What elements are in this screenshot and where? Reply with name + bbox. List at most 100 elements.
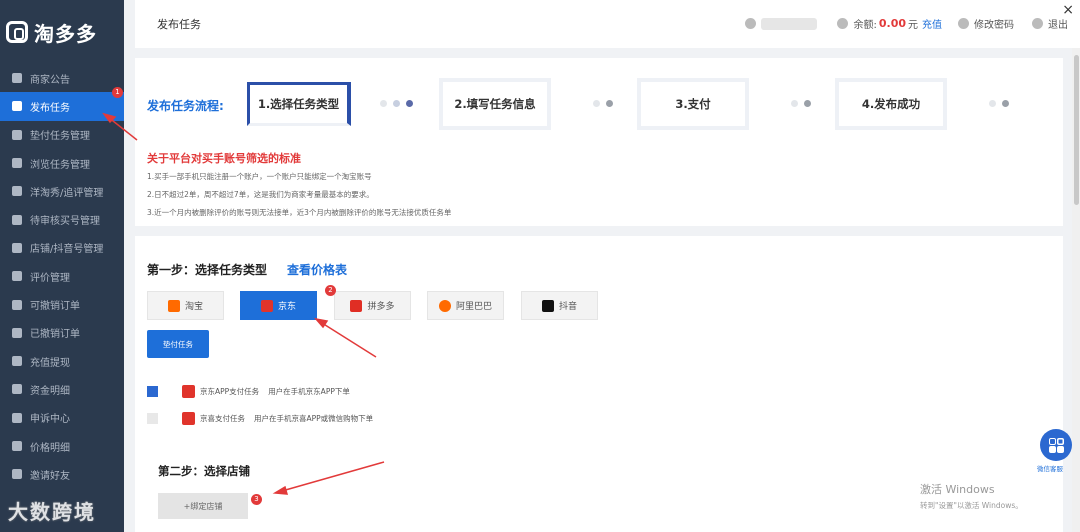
change-password-link[interactable]: 修改密码 xyxy=(974,16,1014,31)
flow-step-label: 3.支付 xyxy=(675,97,711,111)
platform-alibaba-button[interactable]: 阿里巴巴 xyxy=(427,291,504,320)
sidebar-item-label: 邀请好友 xyxy=(30,470,70,482)
sidebar: 淘多多 商家公告 发布任务 垫付任务管理 浏览任务管理 洋淘秀/追评管理 待审核… xyxy=(0,0,124,532)
flow-dot xyxy=(393,100,400,107)
jd-icon xyxy=(182,385,195,398)
platform-label: 京东 xyxy=(277,302,296,312)
flow-dot xyxy=(989,100,996,107)
bind-store-button[interactable]: +绑定店铺 xyxy=(158,493,248,519)
balance-label: 余额: xyxy=(853,20,877,31)
sidebar-item-publish-task[interactable]: 发布任务 xyxy=(0,92,124,121)
top-bar: 发布任务 余额: 0.00 元 充值 修改密码 退出 xyxy=(135,0,1080,48)
sidebar-item-label: 发布任务 xyxy=(30,102,70,114)
flow-step-4: 4.发布成功 xyxy=(839,82,943,126)
flow-dot xyxy=(380,100,387,107)
rules-title: 关于平台对买手账号筛选的标准 xyxy=(147,152,301,165)
sidebar-item-buyer-review[interactable]: 待审核买号管理 xyxy=(0,205,124,233)
invite-icon xyxy=(12,469,22,480)
windows-activation-watermark: 激活 Windows 转到"设置"以激活 Windows。 xyxy=(920,481,1023,511)
brand-name: 淘多多 xyxy=(34,21,97,46)
sidebar-item-browse-task-manage[interactable]: 浏览任务管理 xyxy=(0,149,124,177)
sidebar-item-label: 待审核买号管理 xyxy=(30,216,100,228)
task-option-jingxi[interactable]: 京喜支付任务 用户在手机京喜APP或微信购物下单 xyxy=(147,412,373,425)
scrollbar-thumb[interactable] xyxy=(1074,55,1079,205)
sidebar-item-show-review-manage[interactable]: 洋淘秀/追评管理 xyxy=(0,177,124,205)
avatar-icon xyxy=(745,18,757,29)
order-icon xyxy=(12,299,22,310)
platform-label: 拼多多 xyxy=(367,302,395,312)
recharge-link[interactable]: 充值 xyxy=(922,16,942,31)
watermark-line: 转到"设置"以激活 Windows。 xyxy=(920,501,1023,510)
sidebar-item-advance-task-manage[interactable]: 垫付任务管理 xyxy=(0,121,124,149)
douyin-icon xyxy=(541,299,554,312)
platform-jd-button[interactable]: 京东 xyxy=(240,291,317,320)
money-icon xyxy=(12,356,22,367)
user-toolbar: 余额: 0.00 元 充值 修改密码 退出 xyxy=(745,16,1068,31)
user-icon xyxy=(12,214,22,225)
flow-step-label: 2.填写任务信息 xyxy=(454,97,536,111)
sidebar-item-label: 充值提现 xyxy=(30,357,70,369)
sidebar-item-review-manage[interactable]: 评价管理 xyxy=(0,262,124,290)
sidebar-item-label: 店铺/抖音号管理 xyxy=(30,244,104,256)
sidebar-item-price-details[interactable]: 价格明细 xyxy=(0,432,124,460)
sidebar-item-label: 洋淘秀/追评管理 xyxy=(30,187,104,199)
platform-douyin-button[interactable]: 抖音 xyxy=(521,291,598,320)
sidebar-item-invite-friends[interactable]: 邀请好友 xyxy=(0,460,124,488)
advance-task-button[interactable]: 垫付任务 xyxy=(147,330,209,358)
sidebar-item-recharge-withdraw[interactable]: 充值提现 xyxy=(0,347,124,375)
platform-taobao-button[interactable]: 淘宝 xyxy=(147,291,224,320)
task-checkbox[interactable] xyxy=(147,413,158,424)
close-icon[interactable]: × xyxy=(1062,2,1074,18)
sidebar-item-fund-details[interactable]: 资金明细 xyxy=(0,375,124,403)
brand-logo[interactable]: 淘多多 xyxy=(0,0,124,64)
annotation-badge-2: 2 xyxy=(325,285,336,296)
ledger-icon xyxy=(12,384,22,395)
pay-icon xyxy=(12,129,22,140)
flow-dot xyxy=(593,100,600,107)
appeal-icon xyxy=(12,412,22,423)
flow-dot xyxy=(804,100,811,107)
sidebar-item-label: 申诉中心 xyxy=(30,414,70,426)
task-checkbox[interactable] xyxy=(147,386,158,397)
taobao-icon xyxy=(167,299,180,312)
flow-panel: 发布任务流程: 1.选择任务类型 2.填写任务信息 3.支付 4.发布成功 关于… xyxy=(135,58,1063,226)
flow-step-2: 2.填写任务信息 xyxy=(443,82,547,126)
sidebar-item-cancelled-orders[interactable]: 已撤销订单 xyxy=(0,319,124,347)
flow-dot xyxy=(406,100,413,107)
sidebar-item-appeal-center[interactable]: 申诉中心 xyxy=(0,404,124,432)
document-icon xyxy=(12,101,22,112)
announcement-icon xyxy=(12,73,22,84)
platform-pinduoduo-button[interactable]: 拼多多 xyxy=(334,291,411,320)
balance-unit: 元 xyxy=(908,20,918,31)
task-desc: 用户在手机京东APP下单 xyxy=(268,387,350,396)
rule-line: 3.近一个月内被删除评价的账号则无法接单，近3个月内被删除评价的账号无法接优质任… xyxy=(147,208,452,217)
platform-label: 抖音 xyxy=(558,302,577,312)
sidebar-item-label: 垫付任务管理 xyxy=(30,131,90,143)
logout-link[interactable]: 退出 xyxy=(1048,16,1068,31)
platform-label: 阿里巴巴 xyxy=(455,302,492,312)
balance-value: 0.00 xyxy=(878,17,906,30)
wechat-service-button[interactable] xyxy=(1040,429,1072,461)
star-icon xyxy=(12,271,22,282)
comment-icon xyxy=(12,186,22,197)
alibaba-icon xyxy=(438,299,451,312)
jd-icon xyxy=(260,299,273,312)
flow-dots xyxy=(380,100,413,107)
flow-dots xyxy=(593,100,613,107)
price-icon xyxy=(12,441,22,451)
task-name: 京喜支付任务 xyxy=(200,414,245,423)
sidebar-item-cancelable-orders[interactable]: 可撤销订单 xyxy=(0,290,124,318)
wechat-service-label: 微信客服 xyxy=(1037,465,1063,473)
task-option-jd-app[interactable]: 京东APP支付任务 用户在手机京东APP下单 xyxy=(147,385,350,398)
platform-label: 淘宝 xyxy=(184,302,203,312)
sidebar-item-store-manage[interactable]: 店铺/抖音号管理 xyxy=(0,234,124,262)
flow-dots xyxy=(791,100,811,107)
flow-dot xyxy=(606,100,613,107)
watermark-line: 激活 Windows xyxy=(920,483,995,496)
rule-line: 2.日不超过2单，周不超过7单，这是我们为商家考量最基本的要求。 xyxy=(147,190,374,199)
flow-label: 发布任务流程: xyxy=(147,99,224,113)
sidebar-menu: 商家公告 发布任务 垫付任务管理 浏览任务管理 洋淘秀/追评管理 待审核买号管理… xyxy=(0,64,124,488)
sidebar-item-announcement[interactable]: 商家公告 xyxy=(0,64,124,92)
price-table-link[interactable]: 查看价格表 xyxy=(287,261,347,278)
username-blurred xyxy=(761,17,818,30)
